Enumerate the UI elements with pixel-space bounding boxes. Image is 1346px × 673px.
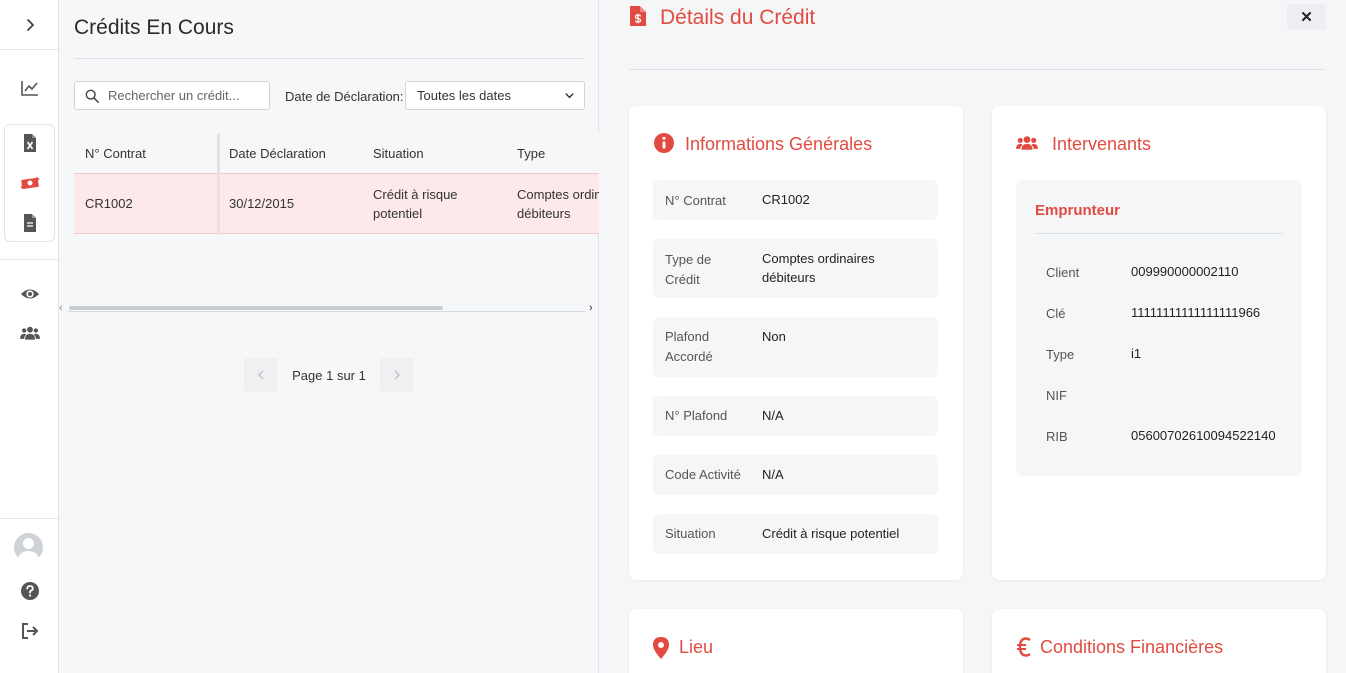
info-key: Situation <box>665 526 716 541</box>
date-filter-select[interactable]: Toutes les dates <box>405 81 585 110</box>
scrollbar-track <box>68 311 585 312</box>
info-row-code-activite: Code Activité N/A <box>653 455 938 495</box>
info-value: Non <box>762 329 786 344</box>
emprunteur-key: Type <box>1046 347 1075 362</box>
frozen-column-divider <box>217 133 220 235</box>
info-key: N° Plafond <box>665 408 728 423</box>
general-info-card: Informations Générales N° Contrat CR1002… <box>629 106 963 580</box>
sidebar-divider <box>0 259 59 260</box>
credits-table: N° Contrat Date Déclaration Situation Ty… <box>74 133 599 235</box>
credits-list-panel: Crédits En Cours Date de Déclaration: To… <box>59 0 599 673</box>
sidebar <box>0 0 59 673</box>
cell-situation-line1: Crédit à risque <box>373 187 458 202</box>
money-bill-icon[interactable] <box>4 165 55 201</box>
eye-icon[interactable] <box>4 276 55 312</box>
title-divider <box>74 58 585 59</box>
emprunteur-value: 009990000002110 <box>1131 264 1239 279</box>
users-icon <box>1016 136 1038 150</box>
cell-date: 30/12/2015 <box>229 196 295 211</box>
detail-divider <box>629 69 1326 70</box>
search-input[interactable] <box>108 88 258 103</box>
emprunteur-key: RIB <box>1046 429 1068 444</box>
emprunteur-value: 05600702610094522140 <box>1131 428 1276 443</box>
emprunteur-key: Client <box>1046 265 1080 280</box>
column-header-type[interactable]: Type <box>517 146 545 161</box>
file-invoice-dollar-icon <box>630 6 646 26</box>
file-icon[interactable] <box>4 205 55 241</box>
chevron-down-icon <box>565 93 574 99</box>
help-icon[interactable] <box>4 573 55 609</box>
emprunteur-key: Clé <box>1046 306 1066 321</box>
page-indicator: Page 1 sur 1 <box>292 367 366 383</box>
avatar[interactable] <box>14 533 43 562</box>
table-header: N° Contrat Date Déclaration Situation Ty… <box>74 133 599 173</box>
column-header-situation[interactable]: Situation <box>373 146 424 161</box>
sidebar-divider <box>0 49 59 50</box>
conditions-title: Conditions Financières <box>1040 637 1224 657</box>
cell-situation-line2: potentiel <box>373 206 423 221</box>
chart-line-icon[interactable] <box>4 70 55 106</box>
date-filter-value: Toutes les dates <box>417 88 511 103</box>
detail-title: Détails du Crédit <box>660 6 816 29</box>
info-key: Code Activité <box>665 467 741 482</box>
info-key: Plafond Accordé <box>665 329 713 364</box>
close-button[interactable]: ✕ <box>1287 4 1326 30</box>
info-value: Crédit à risque potentiel <box>762 526 900 541</box>
info-row-situation: Situation Crédit à risque potentiel <box>653 514 938 554</box>
search-box[interactable] <box>74 81 270 110</box>
users-icon[interactable] <box>4 315 55 351</box>
conditions-card: Conditions Financières <box>992 609 1326 673</box>
scroll-right-icon[interactable]: › <box>589 302 593 314</box>
intervenants-title: Intervenants <box>1052 134 1152 154</box>
info-value: CR1002 <box>762 192 810 207</box>
chevron-right-icon <box>394 370 401 380</box>
search-icon <box>85 89 99 103</box>
info-row-num-plafond: N° Plafond N/A <box>653 396 938 436</box>
emprunteur-value: 11111111111111111966 <box>1131 305 1261 320</box>
column-header-date[interactable]: Date Déclaration <box>229 146 326 161</box>
expand-icon[interactable] <box>4 7 55 43</box>
logout-icon[interactable] <box>4 613 55 649</box>
prev-page-button[interactable] <box>244 358 278 392</box>
cell-type-line2: débiteurs <box>517 206 571 221</box>
info-value: N/A <box>762 408 784 423</box>
column-header-contrat[interactable]: N° Contrat <box>85 146 146 161</box>
general-info-title: Informations Générales <box>685 134 873 154</box>
table-row[interactable]: CR1002 30/12/2015 Crédit à risque potent… <box>74 173 599 234</box>
credit-detail-panel: Détails du Crédit ✕ Informations Général… <box>600 0 1346 673</box>
date-filter-label: Date de Déclaration: <box>285 89 404 104</box>
lieu-title: Lieu <box>679 637 714 657</box>
emprunteur-title: Emprunteur <box>1035 202 1121 219</box>
lieu-card: Lieu <box>629 609 963 673</box>
chevron-left-icon <box>257 370 264 380</box>
scrollbar-thumb[interactable] <box>69 306 443 310</box>
info-row-contrat: N° Contrat CR1002 <box>653 180 938 220</box>
page-title: Crédits En Cours <box>74 16 234 39</box>
info-key: N° Contrat <box>665 193 726 208</box>
info-row-type-credit: Type de Crédit Comptes ordinaires débite… <box>653 239 938 298</box>
info-row-plafond: Plafond Accordé Non <box>653 317 938 377</box>
file-excel-icon[interactable] <box>4 125 55 161</box>
emprunteur-value: i1 <box>1131 346 1142 361</box>
info-key: Type de Crédit <box>665 252 712 287</box>
cell-type-line1: Comptes ordinaires <box>517 187 599 202</box>
info-value: Comptes ordinaires débiteurs <box>762 251 875 285</box>
scroll-left-icon[interactable]: ‹ <box>59 302 63 314</box>
sidebar-divider <box>0 518 59 519</box>
emprunteur-key: NIF <box>1046 388 1067 403</box>
pagination: Page 1 sur 1 <box>244 358 414 392</box>
emprunteur-divider <box>1035 233 1283 234</box>
info-value: N/A <box>762 467 784 482</box>
euro-icon <box>1017 637 1031 657</box>
map-marker-icon <box>653 637 669 659</box>
cell-contrat: CR1002 <box>85 196 133 211</box>
emprunteur-card: Emprunteur Client 009990000002110 Clé 11… <box>1016 180 1302 476</box>
intervenants-card: Intervenants Emprunteur Client 009990000… <box>992 106 1326 580</box>
next-page-button[interactable] <box>380 358 414 392</box>
horizontal-scrollbar[interactable]: ‹ › <box>59 302 599 314</box>
info-circle-icon <box>654 133 674 153</box>
